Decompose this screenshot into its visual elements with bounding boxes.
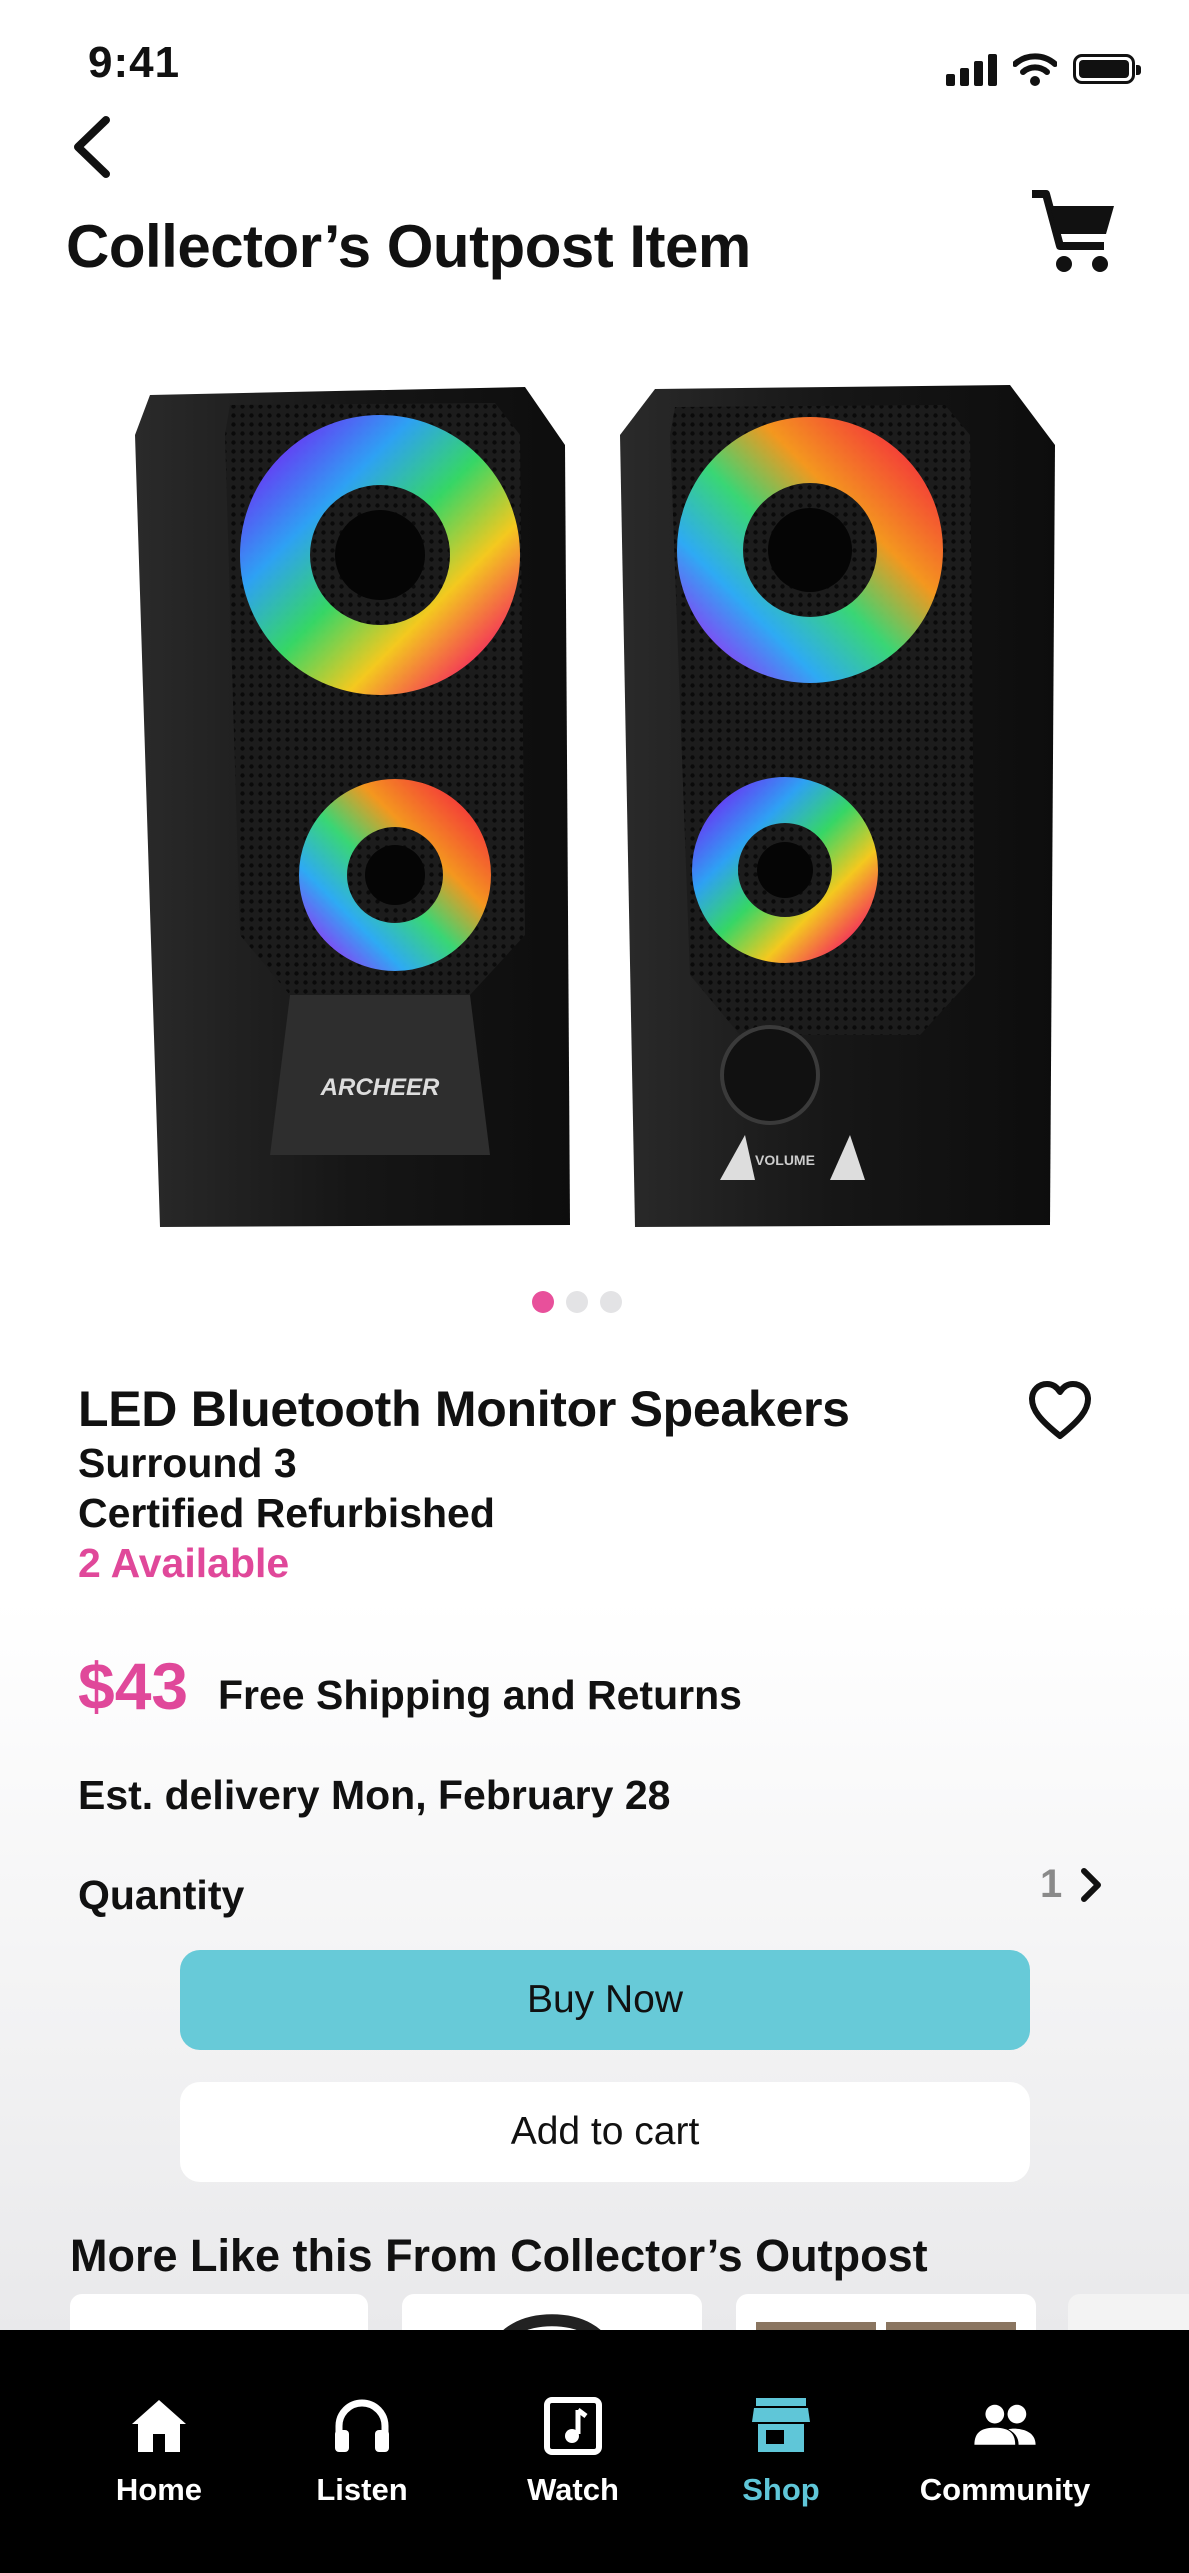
tab-label: Listen [316,2472,408,2507]
availability-text: 2 Available [78,1540,290,1586]
quantity-value: 1 [1040,1862,1063,1906]
tab-home[interactable]: Home [59,2392,259,2508]
tab-shop[interactable]: Shop [681,2392,881,2508]
favorite-button[interactable] [1028,1380,1092,1444]
product-condition: Certified Refurbished [78,1490,495,1536]
pagination-dot[interactable] [600,1291,622,1313]
tab-listen[interactable]: Listen [262,2392,462,2508]
pagination-dot[interactable] [566,1291,588,1313]
left-speaker: ARCHEER [135,387,570,1227]
chevron-right-icon [1081,1867,1102,1902]
store-icon [747,2392,815,2460]
tab-label: Watch [527,2472,619,2507]
tab-label: Home [115,2472,203,2507]
delivery-estimate: Est. delivery Mon, February 28 [78,1772,671,1818]
product-name: LED Bluetooth Monitor Speakers [78,1381,850,1437]
pagination-dot[interactable] [532,1291,554,1313]
chevron-left-icon [74,116,110,178]
status-icons [946,52,1141,86]
image-pagination[interactable] [532,1291,622,1313]
tab-label: Shop [742,2472,820,2507]
right-speaker: VOLUME [620,385,1055,1227]
product-model: Surround 3 [78,1440,297,1486]
product-image[interactable]: ARCHEER VOLUME [130,375,1070,1235]
tab-watch[interactable]: Watch [473,2392,673,2508]
wifi-icon [1013,53,1057,86]
battery-icon [1073,54,1141,84]
heart-icon [1029,1381,1091,1439]
tab-label: Community [919,2472,1091,2507]
shopping-cart-icon [1032,190,1114,272]
volume-label: VOLUME [755,1152,815,1168]
tab-community[interactable]: Community [905,2392,1105,2508]
signal-icon [946,52,997,86]
headphones-icon [328,2392,396,2460]
buy-now-button[interactable]: Buy Now [180,1950,1030,2050]
music-note-icon [539,2392,607,2460]
more-section-title: More Like this From Collector’s Outpost [70,2230,928,2281]
people-icon [971,2392,1039,2460]
brand-logo: ARCHEER [320,1074,440,1101]
shipping-info: Free Shipping and Returns [218,1672,742,1718]
cart-button[interactable] [1030,190,1116,276]
page-title: Collector’s Outpost Item [66,213,751,280]
home-icon [125,2392,193,2460]
add-to-cart-button[interactable]: Add to cart [180,2082,1030,2182]
price: $43 [78,1649,189,1723]
status-time: 9:41 [88,38,181,87]
back-button[interactable] [64,112,124,182]
quantity-label: Quantity [78,1872,245,1918]
quantity-selector[interactable]: 1 [1040,1862,1106,1907]
